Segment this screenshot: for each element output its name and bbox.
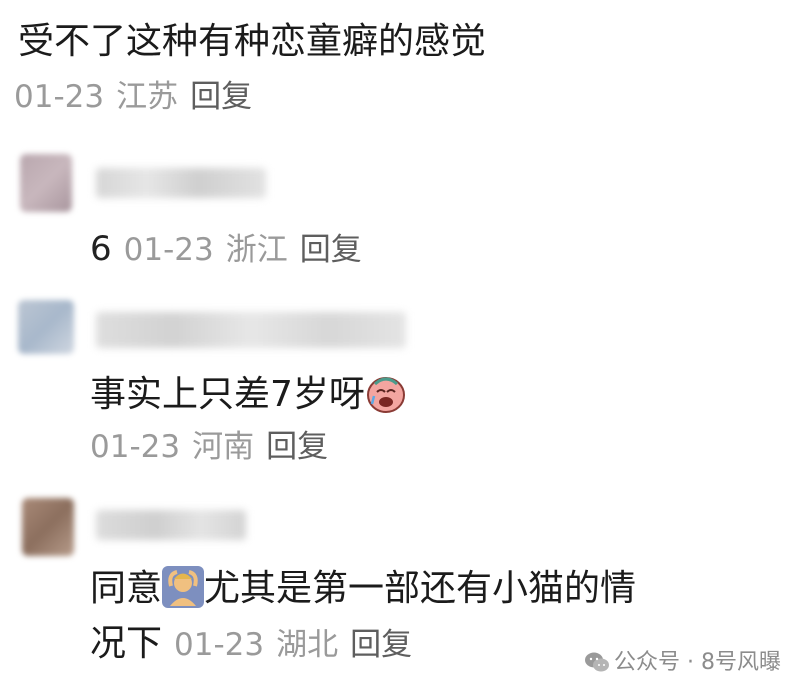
- comment-2-avatar[interactable]: [20, 154, 72, 212]
- wechat-icon: [584, 651, 610, 680]
- comment-4-reply-button[interactable]: 回复: [350, 627, 412, 663]
- watermark-text: 公众号 · 8号风曝: [614, 650, 781, 675]
- comment-2-location: 浙江: [225, 232, 288, 268]
- comment-1-reply-button[interactable]: 回复: [190, 79, 252, 115]
- comment-3-date: 01-23: [90, 429, 181, 465]
- comment-1-date: 01-23: [14, 79, 105, 115]
- comment-4-text-part2: 尤其是第一部还有小猫的情: [204, 568, 637, 609]
- comment-4-avatar[interactable]: [22, 498, 74, 556]
- person-gesturing-ok-icon: [162, 566, 205, 608]
- comment-3-avatar[interactable]: [18, 300, 74, 354]
- comment-4-date: 01-23: [174, 627, 265, 663]
- comment-4-location: 湖北: [276, 627, 339, 663]
- crying-face-icon: [365, 372, 407, 414]
- comment-4-text-line2: 况下: [90, 623, 163, 664]
- comment-2-like-count: 6: [90, 229, 112, 269]
- watermark: 公众号 · 8号风曝: [584, 650, 781, 680]
- comment-3-location: 河南: [192, 429, 255, 465]
- comment-1-meta: 01-23 江苏 回复: [14, 78, 252, 116]
- comment-3-text: 事实上只差7岁呀: [90, 374, 365, 415]
- comment-1-text: 受不了这种有种恋童癖的感觉: [18, 21, 487, 62]
- comment-2-username[interactable]: [96, 168, 266, 198]
- comment-4-line2: 况下 01-23 湖北 回复: [90, 622, 412, 666]
- comment-4-username[interactable]: [96, 510, 246, 540]
- comment-2-meta: 6 01-23 浙江 回复: [90, 230, 362, 269]
- comment-3-meta: 01-23 河南 回复: [90, 428, 328, 466]
- comment-3-username[interactable]: [96, 312, 406, 348]
- comment-1-location: 江苏: [116, 79, 179, 115]
- comment-4-text-row: 同意 尤其是第一部还有小猫的情: [90, 566, 636, 611]
- comment-3-reply-button[interactable]: 回复: [266, 429, 328, 465]
- comment-4-meta: 01-23 湖北 回复: [162, 627, 412, 663]
- comment-4-text-part1: 同意: [90, 568, 163, 609]
- comment-3-text-row: 事实上只差7岁呀: [90, 372, 407, 417]
- comment-2-date: 01-23: [123, 232, 214, 268]
- comment-2-reply-button[interactable]: 回复: [300, 232, 362, 268]
